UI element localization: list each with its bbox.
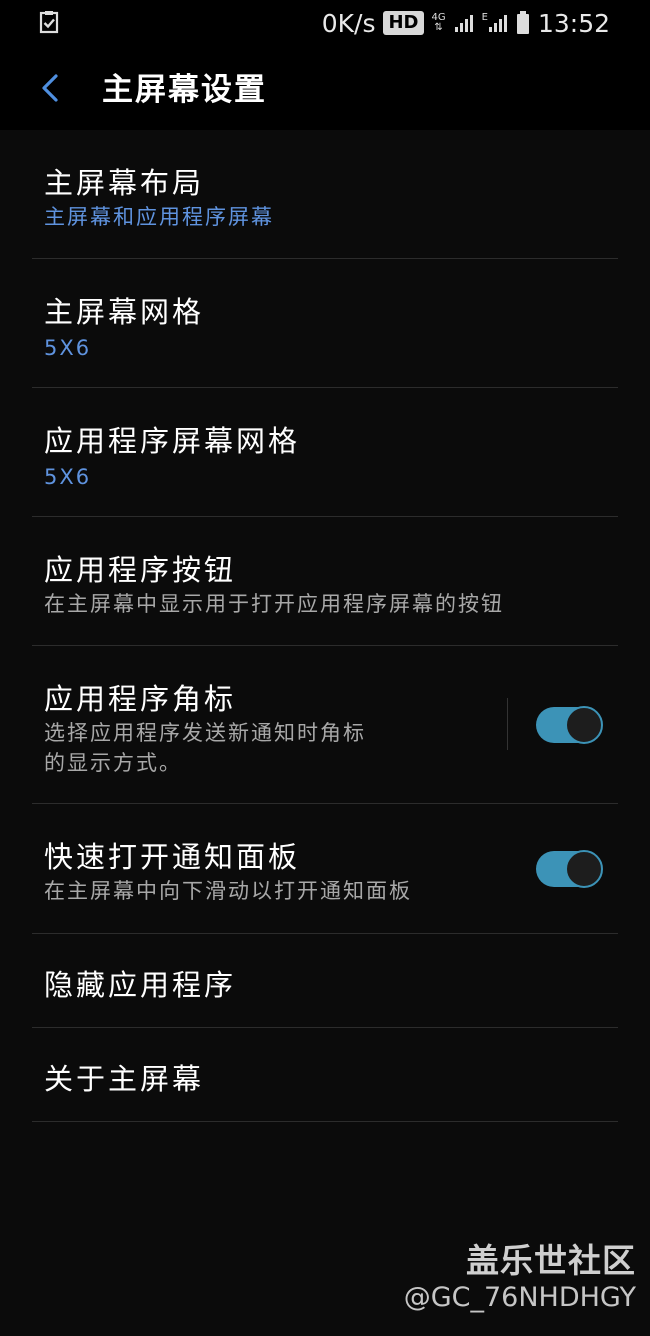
app-bar: 主屏幕设置 <box>0 46 650 130</box>
badges-toggle[interactable] <box>536 706 603 744</box>
watermark-brand: 盖乐世社区 <box>466 1241 636 1280</box>
setting-apps-screen-grid[interactable]: 应用程序屏幕网格 5X6 <box>32 388 618 517</box>
setting-hide-apps[interactable]: 隐藏应用程序 <box>32 934 618 1028</box>
back-button[interactable] <box>34 66 74 110</box>
setting-description-line2: 的显示方式。 <box>44 751 182 775</box>
setting-label: 主屏幕网格 <box>44 295 205 329</box>
setting-value: 主屏幕和应用程序屏幕 <box>44 205 274 229</box>
setting-home-screen-layout[interactable]: 主屏幕布局 主屏幕和应用程序屏幕 <box>32 130 618 259</box>
page-title: 主屏幕设置 <box>102 72 267 108</box>
setting-value: 5X6 <box>44 336 92 360</box>
signal-e-indicator: E <box>482 13 508 33</box>
setting-value: 5X6 <box>44 465 92 489</box>
setting-description-line1: 选择应用程序发送新通知时角标 <box>44 721 366 745</box>
watermark-user: @GC_76NHDHGY <box>403 1282 636 1313</box>
setting-quick-open-notification-panel[interactable]: 快速打开通知面板 在主屏幕中向下滑动以打开通知面板 <box>32 804 618 934</box>
settings-list: 主屏幕布局 主屏幕和应用程序屏幕 主屏幕网格 5X6 应用程序屏幕网格 5X6 … <box>0 130 650 1122</box>
setting-label: 应用程序屏幕网格 <box>44 424 301 458</box>
setting-description: 在主屏幕中显示用于打开应用程序屏幕的按钮 <box>44 592 504 616</box>
toggle-knob <box>565 850 603 888</box>
setting-apps-button[interactable]: 应用程序按钮 在主屏幕中显示用于打开应用程序屏幕的按钮 <box>32 517 618 646</box>
signal-icon <box>454 15 473 32</box>
data-4g-indicator: 4G ⇅ <box>431 12 446 33</box>
setting-description: 在主屏幕中向下滑动以打开通知面板 <box>44 879 412 903</box>
toggle-knob <box>565 706 603 744</box>
setting-label: 主屏幕布局 <box>44 166 205 200</box>
chevron-left-icon <box>42 74 58 102</box>
network-speed: 0K/s <box>321 8 376 38</box>
clock: 13:52 <box>537 8 610 38</box>
setting-about-home-screen[interactable]: 关于主屏幕 <box>32 1028 618 1122</box>
setting-label: 隐藏应用程序 <box>44 968 237 1002</box>
battery-icon <box>516 11 529 34</box>
status-bar: 0K/s HD 4G ⇅ E 13:52 <box>0 0 650 46</box>
setting-label: 关于主屏幕 <box>44 1062 205 1096</box>
setting-label: 应用程序按钮 <box>44 553 237 587</box>
setting-home-screen-grid[interactable]: 主屏幕网格 5X6 <box>32 259 618 388</box>
setting-label: 应用程序角标 <box>44 682 237 716</box>
setting-label: 快速打开通知面板 <box>44 840 301 874</box>
notification-panel-toggle[interactable] <box>536 850 603 888</box>
signal-2-icon <box>488 15 507 32</box>
setting-app-icon-badges[interactable]: 应用程序角标 选择应用程序发送新通知时角标 的显示方式。 <box>32 646 618 804</box>
vertical-divider <box>507 698 508 750</box>
hd-badge: HD <box>383 11 424 35</box>
clipboard-check-icon <box>39 11 59 34</box>
